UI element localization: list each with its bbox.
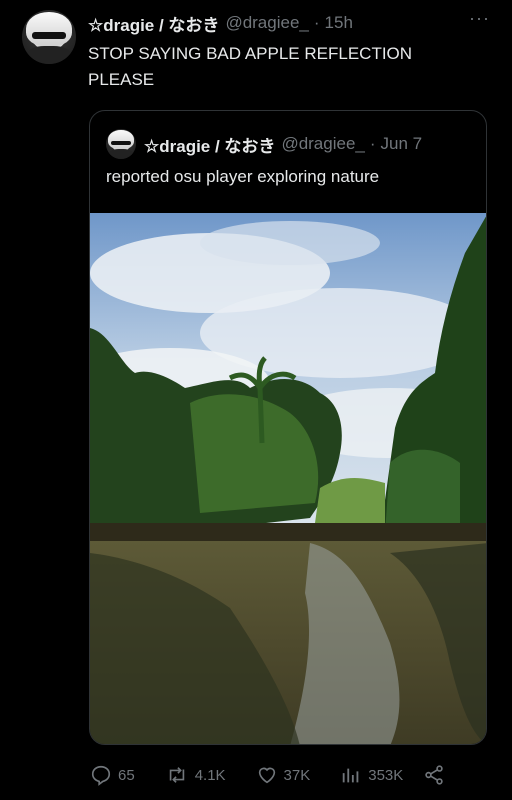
share-icon xyxy=(425,765,444,785)
avatar-hair xyxy=(108,130,134,149)
quoted-tweet-date: Jun 7 xyxy=(380,134,423,153)
avatar-hair xyxy=(26,12,72,46)
tweet-text-line: PLEASE xyxy=(88,70,155,89)
share-button[interactable] xyxy=(423,764,451,786)
avatar-body xyxy=(27,45,71,64)
avatar[interactable] xyxy=(22,10,76,64)
heart-icon xyxy=(258,767,275,784)
right-trees-light xyxy=(385,449,460,533)
views-icon xyxy=(343,768,359,783)
cloud xyxy=(200,221,380,265)
tweet-header: ☆dragie / なおき @dragiee_ · 15h xyxy=(88,11,492,36)
reply-icon xyxy=(91,765,111,786)
reply-count: 65 xyxy=(118,766,135,784)
repost-button[interactable]: 4.1K xyxy=(165,764,226,786)
separator-dot: · xyxy=(313,13,320,32)
nature-photo[interactable] xyxy=(90,213,487,745)
avatar-blindfold xyxy=(111,141,131,146)
views-count: 353K xyxy=(368,766,404,784)
repost-count: 4.1K xyxy=(194,766,226,784)
more-options-icon[interactable]: ··· xyxy=(469,8,490,29)
repost-icon xyxy=(169,767,184,783)
like-button[interactable]: 37K xyxy=(256,764,311,786)
quoted-avatar xyxy=(106,129,136,159)
tweet-time[interactable]: 15h xyxy=(325,13,353,33)
quoted-tweet-header: ☆dragie / なおき @dragiee_ · Jun 7 xyxy=(106,129,422,159)
author-handle[interactable]: @dragiee_ xyxy=(225,13,308,33)
separator-dot: · xyxy=(369,134,376,153)
tweet-text-line: STOP SAYING BAD APPLE REFLECTION xyxy=(88,44,413,63)
pond-edge xyxy=(90,523,486,541)
quoted-tweet[interactable]: ☆dragie / なおき @dragiee_ · Jun 7 reported… xyxy=(89,110,487,745)
reply-button[interactable]: 65 xyxy=(90,764,135,786)
views-button[interactable]: 353K xyxy=(340,764,403,786)
quoted-author-handle: @dragiee_ xyxy=(281,134,365,153)
quoted-author-name: ☆dragie / なおき xyxy=(144,136,276,156)
quoted-tweet-text: reported osu player exploring nature xyxy=(106,167,380,186)
tweet-text: STOP SAYING BAD APPLE REFLECTION PLEASE xyxy=(88,41,488,93)
avatar-blindfold xyxy=(31,31,67,40)
avatar-body xyxy=(109,148,133,159)
author-name[interactable]: ☆dragie / なおき xyxy=(88,11,219,36)
like-count: 37K xyxy=(283,766,311,784)
action-bar: 65 4.1K 37K 353K xyxy=(90,764,492,786)
